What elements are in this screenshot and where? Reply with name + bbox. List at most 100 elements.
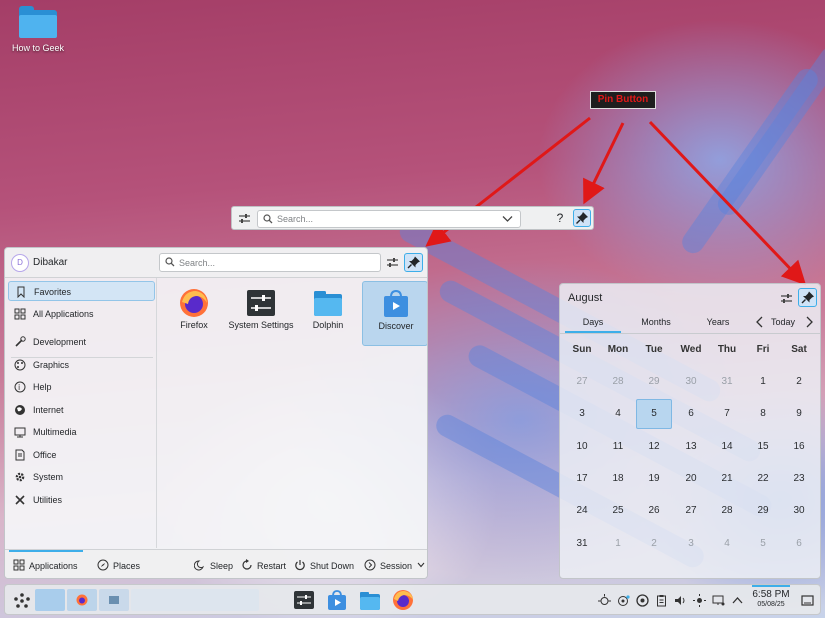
tab-places[interactable]: Places [97,559,147,573]
calendar-day[interactable]: 5 [745,529,781,559]
calendar-day[interactable]: 13 [673,432,709,462]
calendar-day[interactable]: 15 [745,432,781,462]
bug-report-tray-icon[interactable] [598,594,611,607]
calendar-day[interactable]: 1 [600,529,636,559]
calendar-day[interactable]: 10 [564,432,600,462]
today-button[interactable]: Today [771,317,795,327]
calendar-day[interactable]: 27 [564,367,600,397]
display-tray-icon[interactable] [712,594,725,607]
sync-tray-icon[interactable] [636,594,649,607]
calendar-day[interactable]: 16 [781,432,817,462]
virtual-desktop-2[interactable] [67,589,97,611]
next-month-button[interactable] [803,315,815,331]
app-tile-dolphin[interactable]: Dolphin [295,281,361,346]
calendar-day[interactable]: 11 [600,432,636,462]
chevron-up-icon[interactable] [731,594,744,607]
clock-date[interactable]: 05/08/25 [751,601,791,608]
configure-icon[interactable] [384,254,401,271]
calendar-day[interactable]: 3 [673,529,709,559]
calendar-day[interactable]: 7 [709,399,745,429]
krunner-search-input[interactable]: Search... [257,210,521,228]
app-tile-firefox[interactable]: Firefox [161,281,227,346]
clock-time[interactable]: 6:58 PM [751,589,791,600]
calendar-day[interactable]: 6 [673,399,709,429]
session-button[interactable]: Session [364,559,425,573]
calendar-day[interactable]: 14 [709,432,745,462]
task-firefox[interactable] [392,588,414,612]
calendar-day[interactable]: 31 [564,529,600,559]
vault-tray-icon[interactable] [617,594,630,607]
calendar-day[interactable]: 20 [673,464,709,494]
calendar-day[interactable]: 28 [709,496,745,526]
tab-years[interactable]: Years [690,317,746,327]
app-tile-system-settings[interactable]: System Settings [228,281,294,346]
calendar-day[interactable]: 25 [600,496,636,526]
calendar-day[interactable]: 12 [636,432,672,462]
app-launcher-button[interactable] [11,590,33,612]
tab-days[interactable]: Days [565,317,621,327]
calendar-day[interactable]: 4 [600,399,636,429]
category-help[interactable]: i Help [8,377,155,397]
calendar-day[interactable]: 8 [745,399,781,429]
category-internet[interactable]: Internet [8,400,155,420]
calendar-day[interactable]: 23 [781,464,817,494]
task-discover[interactable] [326,588,348,612]
calendar-day[interactable]: 31 [709,367,745,397]
calendar-day[interactable]: 17 [564,464,600,494]
calendar-day[interactable]: 19 [636,464,672,494]
category-development[interactable]: Development [8,332,155,352]
launcher-pin-button[interactable] [404,253,423,272]
sleep-button[interactable]: Sleep [193,559,236,573]
calendar-day[interactable]: 21 [709,464,745,494]
launcher-search-input[interactable]: Search... [159,253,381,272]
category-multimedia[interactable]: Multimedia [8,422,155,442]
calendar-day[interactable]: 29 [745,496,781,526]
volume-tray-icon[interactable] [674,594,687,607]
category-graphics[interactable]: Graphics [8,355,155,375]
calendar-day[interactable]: 3 [564,399,600,429]
app-tile-discover[interactable]: Discover [362,281,427,346]
calendar-day[interactable]: 24 [564,496,600,526]
tab-months[interactable]: Months [627,317,685,327]
configure-icon[interactable] [778,290,795,307]
task-dolphin[interactable] [359,588,381,612]
brightness-tray-icon[interactable] [693,594,706,607]
help-button[interactable]: ? [552,210,568,227]
category-all-applications[interactable]: All Applications [8,304,155,324]
calendar-day[interactable]: 28 [600,367,636,397]
virtual-desktop-1[interactable] [35,589,65,611]
category-utilities[interactable]: Utilities [8,490,155,510]
calendar-day[interactable]: 26 [636,496,672,526]
configure-icon[interactable] [236,210,253,227]
calendar-day[interactable]: 4 [709,529,745,559]
virtual-desktop-4[interactable] [131,589,259,611]
calendar-day[interactable]: 30 [781,496,817,526]
calendar-day[interactable]: 5 [636,399,672,430]
calendar-day[interactable]: 27 [673,496,709,526]
calendar-day[interactable]: 6 [781,529,817,559]
previous-month-button[interactable] [754,315,766,331]
calendar-day[interactable]: 29 [636,367,672,397]
show-desktop-button[interactable] [801,594,814,607]
calendar-day[interactable]: 1 [745,367,781,397]
calendar-day[interactable]: 22 [745,464,781,494]
clipboard-tray-icon[interactable] [655,594,668,607]
category-favorites[interactable]: Favorites [8,281,155,301]
restart-button[interactable]: Restart [241,559,289,573]
category-office[interactable]: Office [8,445,155,465]
calendar-day[interactable]: 18 [600,464,636,494]
category-system[interactable]: System [8,467,155,487]
calendar-day[interactable]: 30 [673,367,709,397]
tab-applications[interactable]: Applications [13,559,88,573]
calendar-day[interactable]: 2 [781,367,817,397]
calendar-day[interactable]: 9 [781,399,817,429]
task-system-settings[interactable] [293,588,315,612]
avatar[interactable]: D [11,254,29,272]
virtual-desktop-3[interactable] [99,589,129,611]
krunner-pin-button[interactable] [573,209,591,227]
calendar-pin-button[interactable] [798,288,817,307]
chevron-down-icon[interactable] [502,215,513,225]
calendar-day[interactable]: 2 [636,529,672,559]
shutdown-button[interactable]: Shut Down [294,559,356,573]
kde-launcher-icon [11,593,33,614]
